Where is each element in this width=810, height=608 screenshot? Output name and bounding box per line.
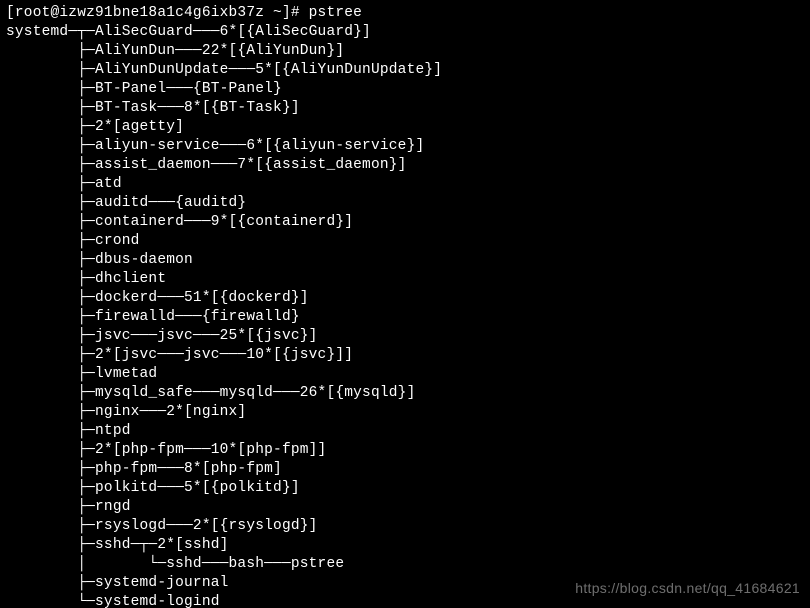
terminal-output: [root@izwz91bne18a1c4g6ixb37z ~]# pstree… <box>0 0 810 608</box>
